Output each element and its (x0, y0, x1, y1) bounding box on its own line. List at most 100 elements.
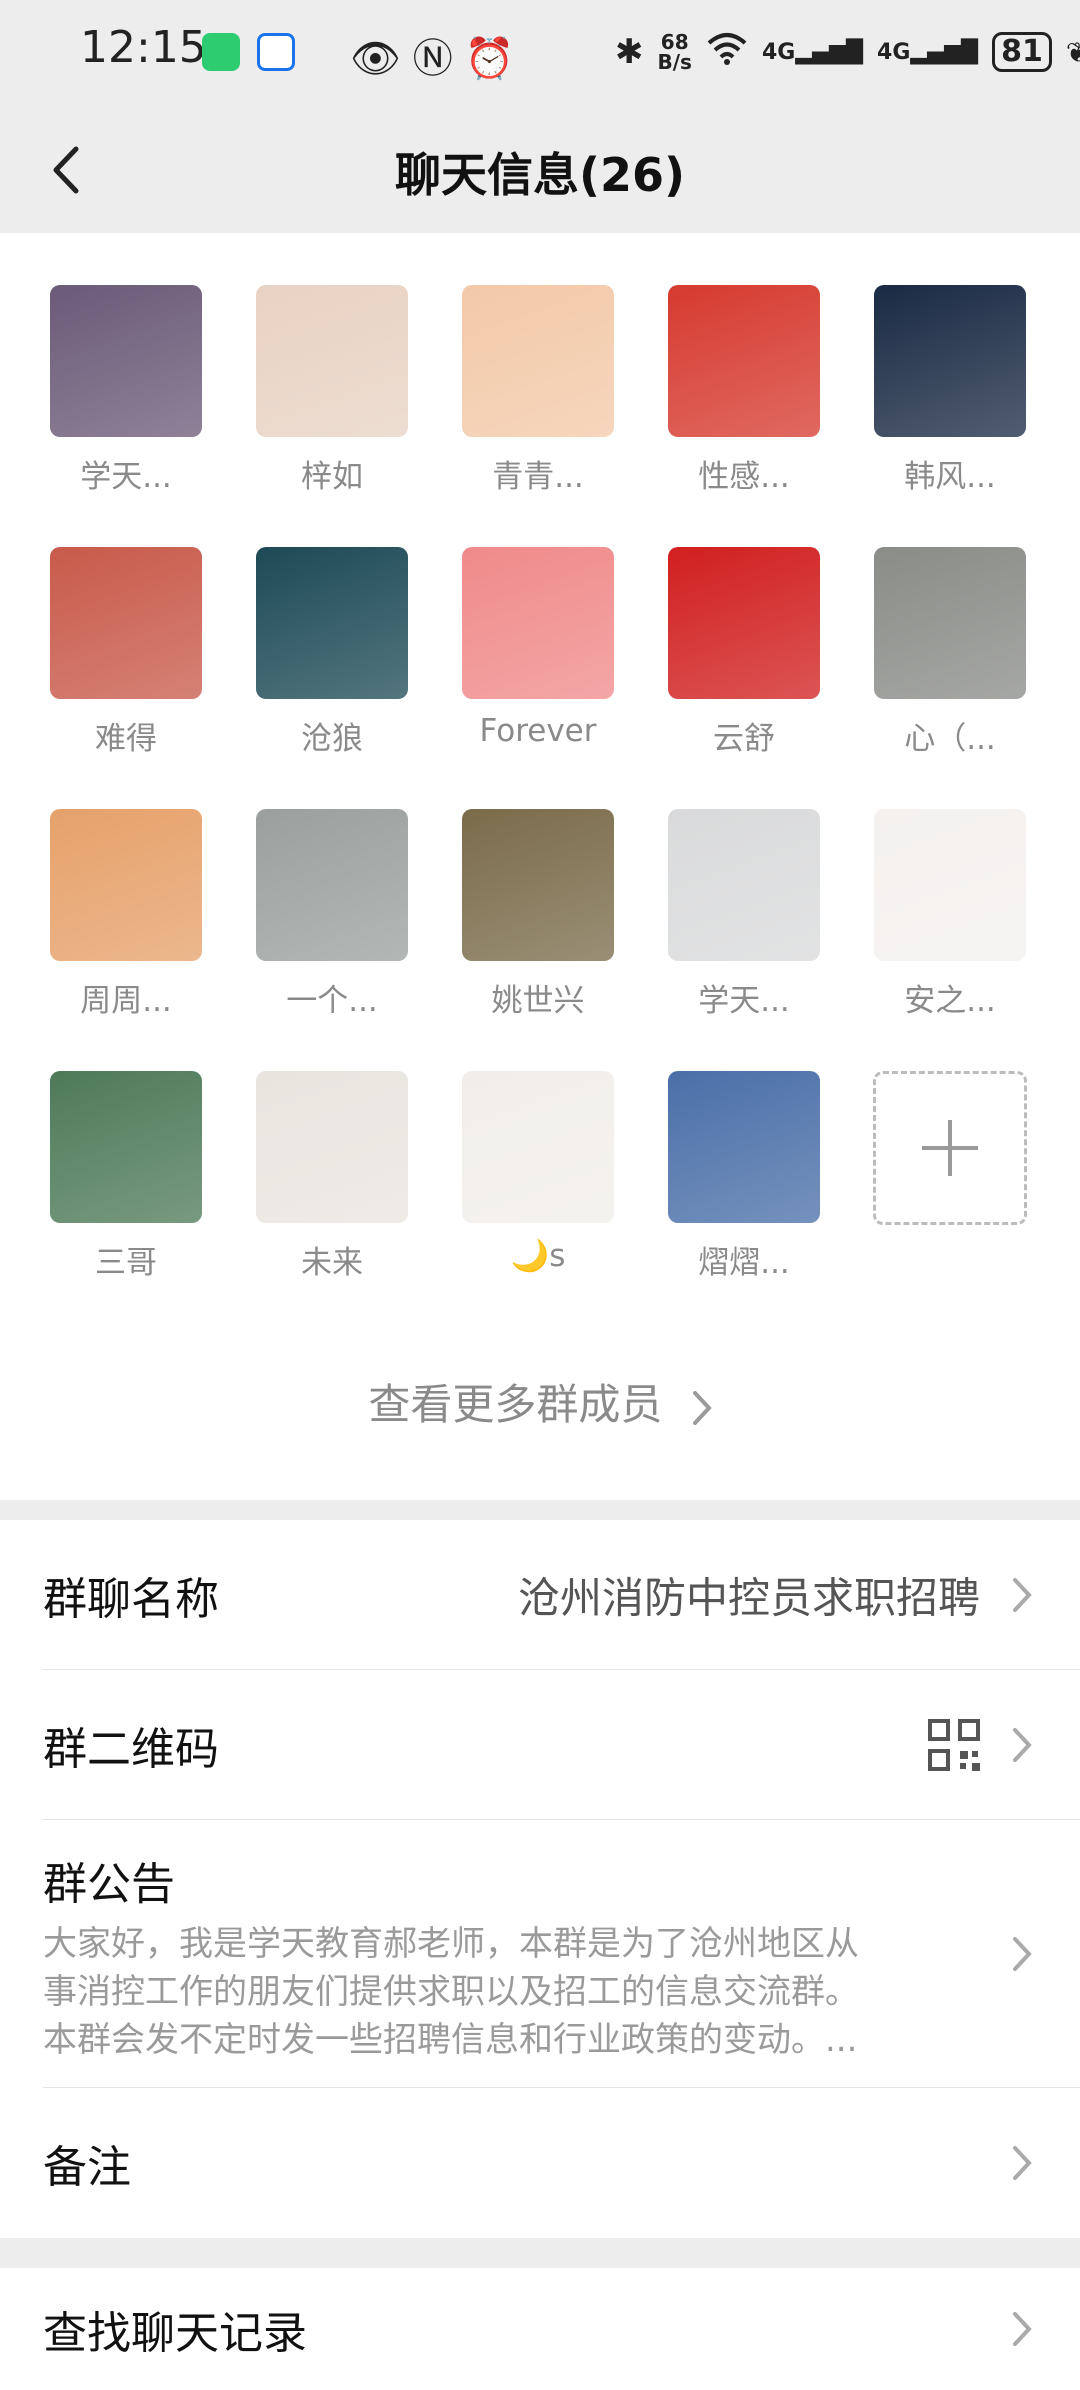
group-notice-text: 大家好，我是学天教育郝老师，本群是为了沧州地区从 事消控工作的朋友们提供求职以及… (43, 1920, 973, 2064)
signal-icon-1: 4G▂▄▆█ (761, 39, 864, 65)
member-name: 学天... (80, 459, 172, 495)
add-member-button[interactable] (873, 1071, 1027, 1303)
chevron-right-icon (1013, 1578, 1032, 1612)
member-avatar (668, 1071, 820, 1223)
member-avatar (874, 285, 1026, 437)
member-avatar (668, 285, 820, 437)
member-avatar (256, 285, 408, 437)
group-name-value: 沧州消防中控员求职招聘 (517, 1573, 980, 1623)
member-item[interactable]: 性感... (668, 285, 820, 517)
member-item[interactable]: 姚世兴 (462, 809, 614, 1041)
member-avatar (874, 547, 1026, 699)
member-name: 云舒 (713, 721, 775, 757)
app-notification-icon (257, 33, 295, 71)
member-name: 梓如 (301, 459, 363, 495)
member-item[interactable]: 一个... (256, 809, 408, 1041)
member-item[interactable]: 周周... (50, 809, 202, 1041)
view-more-members-label: 查看更多群成员 (368, 1380, 663, 1429)
member-item[interactable]: 沧狼 (256, 547, 408, 779)
member-item[interactable]: 青青... (462, 285, 614, 517)
notice-line: 本群会发不定时发一些招聘信息和行业政策的变动。... (43, 2020, 858, 2060)
search-history-label: 查找聊天记录 (43, 2308, 307, 2359)
member-avatar (256, 547, 408, 699)
member-name: 安之... (904, 983, 996, 1019)
member-item[interactable]: 熠熠... (668, 1071, 820, 1303)
member-avatar (462, 1071, 614, 1223)
member-item[interactable]: 三哥 (50, 1071, 202, 1303)
member-name: 未来 (301, 1245, 363, 1281)
member-name: 周周... (80, 983, 172, 1019)
chevron-right-icon (1013, 1728, 1032, 1762)
member-item[interactable]: 心（... (874, 547, 1026, 779)
member-avatar (462, 285, 614, 437)
member-name: 性感... (698, 459, 790, 495)
member-item[interactable]: 安之... (874, 809, 1026, 1041)
member-name: 姚世兴 (491, 983, 585, 1019)
alarm-icon: ⏰ (464, 36, 527, 82)
member-avatar (50, 547, 202, 699)
status-time: 12:15 (80, 22, 207, 73)
members-section: 学天... 梓如 青青... 性感... 韩风... 难得 沧狼 Forever 云舒 心（...… (0, 233, 1080, 1500)
status-icons-left: 👁Ⓝ⏰ (350, 26, 527, 84)
member-item[interactable]: 韩风... (874, 285, 1026, 517)
member-name: 沧狼 (301, 721, 363, 757)
chevron-right-icon (1013, 2146, 1032, 2180)
hourglass-app-icon (202, 33, 240, 71)
search-history-section: 查找聊天记录 (0, 2268, 1080, 2390)
page-title: 聊天信息(26) (394, 148, 686, 202)
member-name: 三哥 (95, 1245, 157, 1281)
member-name: Forever (479, 713, 597, 749)
member-avatar (668, 547, 820, 699)
nfc-icon: Ⓝ (412, 36, 465, 82)
member-name: 熠熠... (698, 1245, 790, 1281)
member-avatar (462, 809, 614, 961)
status-bar: 12:15 👁Ⓝ⏰ ✱ 68 B/s 4G▂▄▆█ 4G▂▄▆█ 81 ❦ (0, 0, 1080, 105)
member-avatar (256, 809, 408, 961)
remark-label: 备注 (43, 2142, 131, 2193)
member-name: 心（... (904, 721, 996, 757)
group-qrcode-row[interactable]: 群二维码 (0, 1670, 1080, 1820)
group-name-row[interactable]: 群聊名称 沧州消防中控员求职招聘 (0, 1520, 1080, 1670)
signal-icon-2: 4G▂▄▆█ (877, 39, 979, 65)
group-notice-row[interactable]: 群公告 大家好，我是学天教育郝老师，本群是为了沧州地区从 事消控工作的朋友们提供… (0, 1820, 1080, 2088)
group-qrcode-label: 群二维码 (43, 1724, 219, 1775)
eye-icon: 👁 (350, 36, 413, 82)
wifi-icon (706, 31, 748, 74)
chevron-right-icon (1013, 1937, 1032, 1971)
group-notice-label: 群公告 (43, 1859, 175, 1910)
member-avatar (668, 809, 820, 961)
view-more-members-button[interactable]: 查看更多群成员 (0, 1371, 1080, 1432)
member-avatar (874, 809, 1026, 961)
group-name-label: 群聊名称 (43, 1574, 219, 1625)
member-name: 难得 (95, 721, 157, 757)
member-item[interactable]: 🌙s (462, 1071, 614, 1303)
add-member-box (873, 1071, 1027, 1225)
chevron-right-icon (1013, 2312, 1032, 2346)
member-item[interactable]: 难得 (50, 547, 202, 779)
qrcode-icon (928, 1719, 980, 1771)
net-speed-value: 68 (660, 30, 689, 54)
chevron-right-icon (692, 1390, 712, 1425)
net-speed-unit: B/s (657, 50, 692, 74)
member-item[interactable]: 学天... (50, 285, 202, 517)
leaf-icon: ❦ (1065, 35, 1080, 69)
member-name: 学天... (698, 983, 790, 1019)
member-item[interactable]: Forever (462, 547, 614, 779)
bluetooth-icon: ✱ (615, 32, 644, 72)
remark-row[interactable]: 备注 (0, 2088, 1080, 2238)
member-name: 韩风... (904, 459, 996, 495)
status-icons-right: ✱ 68 B/s 4G▂▄▆█ 4G▂▄▆█ 81 ❦ (615, 22, 1080, 82)
member-avatar (50, 809, 202, 961)
nav-bar: 聊天信息(26) (0, 105, 1080, 233)
member-item[interactable]: 学天... (668, 809, 820, 1041)
net-speed: 68 B/s (658, 32, 692, 72)
member-item[interactable]: 未来 (256, 1071, 408, 1303)
plus-icon (922, 1120, 978, 1176)
member-avatar (50, 285, 202, 437)
member-name: 🌙s (510, 1238, 566, 1274)
search-history-row[interactable]: 查找聊天记录 (0, 2268, 1080, 2390)
member-item[interactable]: 云舒 (668, 547, 820, 779)
member-item[interactable]: 梓如 (256, 285, 408, 517)
member-avatar (462, 547, 614, 699)
notice-line: 事消控工作的朋友们提供求职以及招工的信息交流群。 (43, 1972, 859, 2012)
